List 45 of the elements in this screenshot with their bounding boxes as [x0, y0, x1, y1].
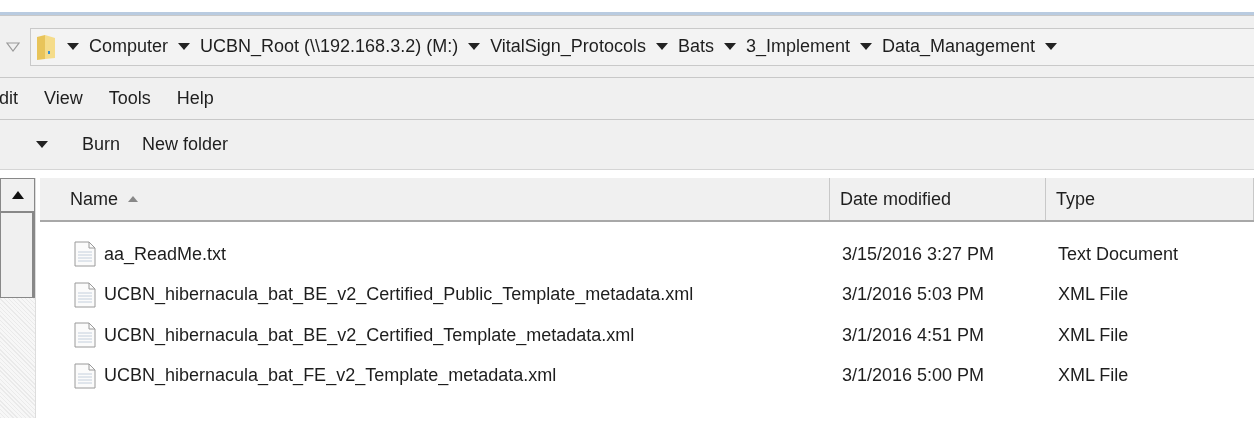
file-name[interactable]: UCBN_hibernacula_bat_BE_v2_Certified_Template_metadata.xml	[104, 321, 635, 349]
scrollbar[interactable]	[0, 178, 36, 418]
caret-icon[interactable]	[36, 140, 48, 149]
caret-icon[interactable]	[723, 42, 736, 51]
document-icon	[74, 241, 96, 268]
menu-item[interactable]: View	[44, 85, 83, 112]
breadcrumb[interactable]: VitalSign_Protocols	[490, 33, 646, 60]
breadcrumb[interactable]: Data_Management	[882, 33, 1036, 60]
file-type: XML File	[1058, 284, 1129, 305]
file-type: Text Document	[1058, 243, 1179, 264]
folder-icon	[35, 32, 57, 61]
document-icon	[74, 362, 96, 389]
caret-icon[interactable]	[655, 42, 668, 51]
caret-icon[interactable]	[468, 42, 481, 51]
toolbar-button[interactable]: Burn	[82, 131, 121, 158]
column-header[interactable]: Date modified	[830, 178, 1046, 220]
date-modified: 3/1/2016 5:03 PM	[842, 284, 985, 305]
column-header[interactable]: Name	[40, 178, 830, 220]
menu-item[interactable]: Help	[176, 85, 214, 112]
toolbar-button[interactable]: New folder	[142, 131, 229, 158]
breadcrumb[interactable]: Bats	[677, 33, 714, 60]
scroll-up-icon[interactable]	[11, 191, 24, 199]
column-header[interactable]: Type	[1046, 178, 1254, 220]
address-bar[interactable]: Computer UCBN_Root (\\192.168.3.2) (M:) VitalSign_Protocols Bats 3_Implement Data_Management	[30, 27, 1254, 66]
date-modified: 3/1/2016 4:51 PM	[842, 324, 985, 345]
menu-item[interactable]: dit	[0, 85, 18, 112]
file-name[interactable]: aa_ReadMe.txt	[104, 240, 227, 268]
sort-ascending-icon	[128, 196, 138, 202]
caret-icon[interactable]	[178, 42, 191, 51]
breadcrumb[interactable]: UCBN_Root (\\192.168.3.2) (M:)	[200, 33, 459, 60]
file-type: XML File	[1058, 324, 1129, 345]
menu-item[interactable]: Tools	[108, 85, 151, 112]
file-name[interactable]: UCBN_hibernacula_bat_BE_v2_Certified_Public_Template_metadata.xml	[104, 281, 694, 309]
date-modified: 3/15/2016 3:27 PM	[842, 243, 995, 264]
file-type: XML File	[1058, 365, 1129, 386]
date-modified: 3/1/2016 5:00 PM	[842, 365, 985, 386]
caret-icon[interactable]	[1045, 42, 1058, 51]
scroll-thumb[interactable]	[0, 212, 35, 298]
document-icon	[74, 322, 96, 349]
file-name[interactable]: UCBN_hibernacula_bat_FE_v2_Template_metadata.xml	[104, 362, 557, 390]
breadcrumb[interactable]: Computer	[89, 33, 169, 60]
breadcrumb[interactable]: 3_Implement	[745, 33, 850, 60]
document-icon	[74, 281, 96, 308]
caret-icon[interactable]	[860, 42, 872, 51]
caret-icon[interactable]	[67, 42, 79, 51]
